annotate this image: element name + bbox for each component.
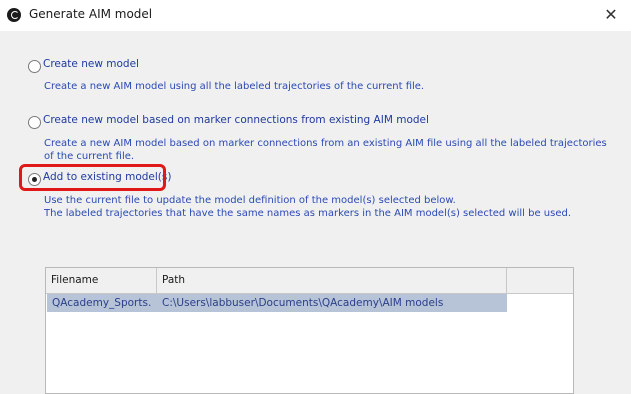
title-bar: Generate AIM model ✕ xyxy=(0,0,631,31)
cell-path: C:\Users\labbuser\Documents\QAcademy\AIM… xyxy=(162,297,444,309)
column-header-path[interactable]: Path xyxy=(157,268,507,293)
description-line: Create a new AIM model using all the lab… xyxy=(44,81,425,92)
app-logo-icon xyxy=(7,8,21,22)
option-label[interactable]: Create new model based on marker connect… xyxy=(43,114,429,126)
window-title: Generate AIM model xyxy=(29,7,153,21)
option-label[interactable]: Create new model xyxy=(43,58,139,70)
description-line: Create a new AIM model based on marker c… xyxy=(44,138,607,149)
highlight-annotation xyxy=(19,164,166,191)
close-button[interactable]: ✕ xyxy=(596,3,626,27)
table-header: Filename Path xyxy=(46,268,573,294)
table-row[interactable]: QAcademy_Sports... C:\Users\labbuser\Doc… xyxy=(47,294,507,312)
option-description: Create a new AIM model using all the lab… xyxy=(44,80,424,93)
models-table[interactable]: Filename Path QAcademy_Sports... C:\User… xyxy=(45,267,574,394)
description-line: The labeled trajectories that have the s… xyxy=(44,208,572,219)
cell-filename: QAcademy_Sports... xyxy=(52,297,152,309)
radio-create-from-existing[interactable] xyxy=(28,116,41,129)
radio-create-new-model[interactable] xyxy=(28,60,41,73)
column-header-filename[interactable]: Filename xyxy=(46,268,157,293)
option-description: Use the current file to update the model… xyxy=(44,194,571,220)
description-line: Use the current file to update the model… xyxy=(44,195,456,206)
description-line: of the current file. xyxy=(44,151,135,162)
option-description: Create a new AIM model based on marker c… xyxy=(44,137,607,163)
